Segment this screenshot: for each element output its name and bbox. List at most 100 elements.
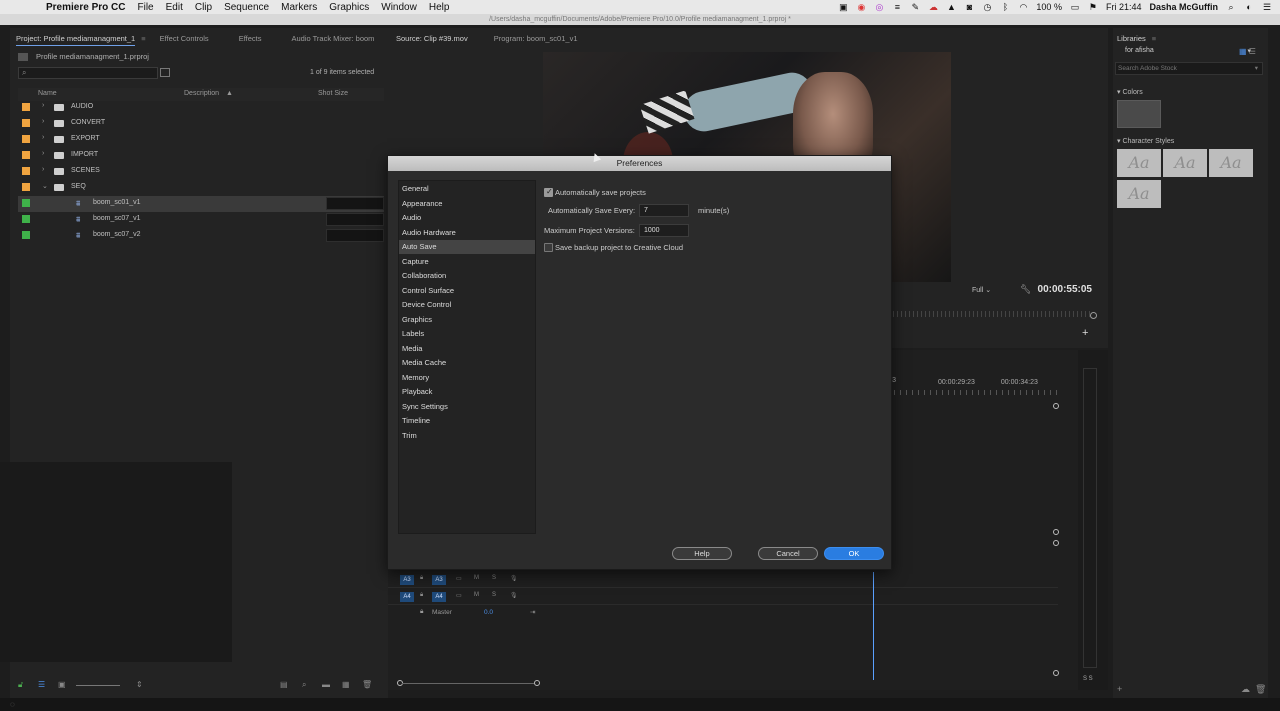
automate-icon[interactable]: ▤: [280, 680, 288, 689]
zoom-slider[interactable]: [76, 685, 120, 686]
colors-section-header[interactable]: ▾ Colors: [1117, 88, 1143, 96]
timeline-ruler[interactable]: 00:00:24:23 00:00:29:23 00:00:34:23: [888, 377, 1062, 386]
bin-row-convert[interactable]: › CONVERT: [18, 116, 384, 132]
tab-source-monitor[interactable]: Source: Clip #39.mov: [396, 34, 468, 43]
add-icon[interactable]: +: [1117, 684, 1122, 694]
label-color-swatch[interactable]: [22, 215, 30, 223]
ok-button[interactable]: OK: [824, 547, 884, 560]
chevron-right-icon[interactable]: ›: [42, 118, 44, 125]
camera-icon[interactable]: ◙: [964, 2, 974, 12]
flag-icon[interactable]: ⚑: [1088, 2, 1098, 12]
sync-icon[interactable]: ▭: [456, 575, 462, 582]
go-to-end-icon[interactable]: ⇥: [530, 608, 535, 616]
wrench-icon[interactable]: 🔧︎: [1020, 284, 1031, 295]
new-search-bin-icon[interactable]: [160, 68, 170, 77]
category-general[interactable]: General: [399, 182, 535, 196]
library-select[interactable]: for afisha ▾: [1117, 47, 1251, 59]
category-media[interactable]: Media: [399, 342, 535, 356]
cloud-icon[interactable]: ☁: [928, 2, 938, 12]
wifi-icon[interactable]: ◠: [1018, 2, 1028, 12]
stock-search-input[interactable]: Search Adobe Stock ▾: [1115, 62, 1263, 75]
tab-libraries[interactable]: Libraries ≡: [1117, 34, 1156, 43]
dropdown-arrow-icon[interactable]: ▾: [1255, 63, 1258, 74]
label-color-swatch[interactable]: [22, 199, 30, 207]
cloud-sync-icon[interactable]: ☁: [1241, 684, 1250, 695]
status-app-icon[interactable]: ▣: [838, 2, 848, 12]
menu-markers[interactable]: Markers: [281, 2, 317, 13]
master-track[interactable]: 🔒︎ Master 0.0 ⇥: [388, 606, 1058, 620]
audio-track-a3[interactable]: A3 🔒︎ A3 ▭ M S 🎙︎: [388, 572, 1058, 588]
drive-icon[interactable]: ▲: [946, 2, 956, 12]
master-volume[interactable]: 0.0: [484, 609, 493, 616]
shot-size-cell[interactable]: [326, 213, 384, 226]
scroll-handle[interactable]: [1090, 312, 1097, 319]
zoom-scroll-bar[interactable]: [402, 683, 534, 684]
tab-program-monitor[interactable]: Program: boom_sc01_v1: [494, 34, 578, 43]
category-control-surface[interactable]: Control Surface: [399, 284, 535, 298]
label-color-swatch[interactable]: [22, 231, 30, 239]
trash-icon[interactable]: 🗑︎: [362, 680, 372, 689]
icon-view-icon[interactable]: ▣: [58, 680, 66, 689]
status-icon[interactable]: ◌: [10, 700, 15, 709]
bin-row-import[interactable]: › IMPORT: [18, 148, 384, 164]
bin-row-scenes[interactable]: › SCENES: [18, 164, 384, 180]
tab-effects[interactable]: Effects: [239, 34, 262, 43]
label-color-swatch[interactable]: [22, 183, 30, 191]
shot-size-cell[interactable]: [326, 229, 384, 242]
character-style-thumb[interactable]: Aa: [1117, 149, 1161, 177]
tab-project[interactable]: Project: Profile mediamanagment_1 ≡: [16, 33, 146, 46]
fit-select[interactable]: Full ⌄: [972, 286, 991, 294]
label-color-swatch[interactable]: [22, 135, 30, 143]
sequence-row-boom-sc07-v2[interactable]: ⩩ boom_sc07_v2: [18, 228, 384, 244]
label-color-swatch[interactable]: [22, 103, 30, 111]
category-timeline[interactable]: Timeline: [399, 414, 535, 428]
backup-cloud-label[interactable]: Save backup project to Creative Cloud: [555, 243, 683, 252]
app-menu[interactable]: Premiere Pro CC: [46, 2, 125, 13]
dialog-title[interactable]: Preferences: [388, 156, 891, 171]
solo-button[interactable]: S: [492, 575, 496, 581]
bin-row-audio[interactable]: › AUDIO: [18, 100, 384, 116]
character-style-thumb[interactable]: Aa: [1209, 149, 1253, 177]
chevron-down-icon[interactable]: ⌄: [42, 182, 48, 190]
clock[interactable]: Fri 21:44: [1106, 2, 1142, 12]
category-audio[interactable]: Audio: [399, 211, 535, 225]
tab-effect-controls[interactable]: Effect Controls: [160, 34, 209, 43]
sort-ascending-icon[interactable]: ▲: [226, 90, 233, 97]
lock-icon[interactable]: 🔓︎: [18, 680, 23, 690]
column-shot-size[interactable]: Shot Size: [318, 90, 348, 97]
lock-icon[interactable]: 🔒︎: [420, 592, 423, 599]
chevron-right-icon[interactable]: ›: [42, 134, 44, 141]
label-color-swatch[interactable]: [22, 119, 30, 127]
menu-graphics[interactable]: Graphics: [329, 2, 369, 13]
menu-window[interactable]: Window: [381, 2, 417, 13]
bluetooth-icon[interactable]: ᛒ: [1000, 2, 1010, 12]
category-playback[interactable]: Playback: [399, 385, 535, 399]
new-bin-icon[interactable]: ▬: [322, 680, 330, 689]
category-labels[interactable]: Labels: [399, 327, 535, 341]
label-color-swatch[interactable]: [22, 151, 30, 159]
mute-button[interactable]: M: [474, 592, 479, 598]
category-graphics[interactable]: Graphics: [399, 313, 535, 327]
category-device-control[interactable]: Device Control: [399, 298, 535, 312]
menu-sequence[interactable]: Sequence: [224, 2, 269, 13]
category-appearance[interactable]: Appearance: [399, 197, 535, 211]
chevron-right-icon[interactable]: ›: [42, 102, 44, 109]
save-every-input[interactable]: 7: [639, 204, 689, 217]
time-machine-icon[interactable]: ◷: [982, 2, 992, 12]
panel-menu-icon[interactable]: ≡: [1152, 34, 1156, 43]
source-patch-a3[interactable]: A3: [400, 575, 414, 585]
category-trim[interactable]: Trim: [399, 429, 535, 443]
sliders-icon[interactable]: ≡: [892, 2, 902, 12]
new-item-icon[interactable]: ▦: [342, 680, 350, 689]
category-capture[interactable]: Capture: [399, 255, 535, 269]
list-view-icon[interactable]: ☰: [1249, 47, 1256, 56]
solo-button[interactable]: S: [492, 592, 496, 598]
menu-edit[interactable]: Edit: [166, 2, 183, 13]
user-name[interactable]: Dasha McGuffin: [1149, 2, 1218, 12]
menu-help[interactable]: Help: [429, 2, 450, 13]
auto-save-checkbox[interactable]: [544, 187, 553, 197]
category-media-cache[interactable]: Media Cache: [399, 356, 535, 370]
track-target-a4[interactable]: A4: [432, 592, 446, 602]
mute-button[interactable]: M: [474, 575, 479, 581]
max-versions-input[interactable]: 1000: [639, 224, 689, 237]
